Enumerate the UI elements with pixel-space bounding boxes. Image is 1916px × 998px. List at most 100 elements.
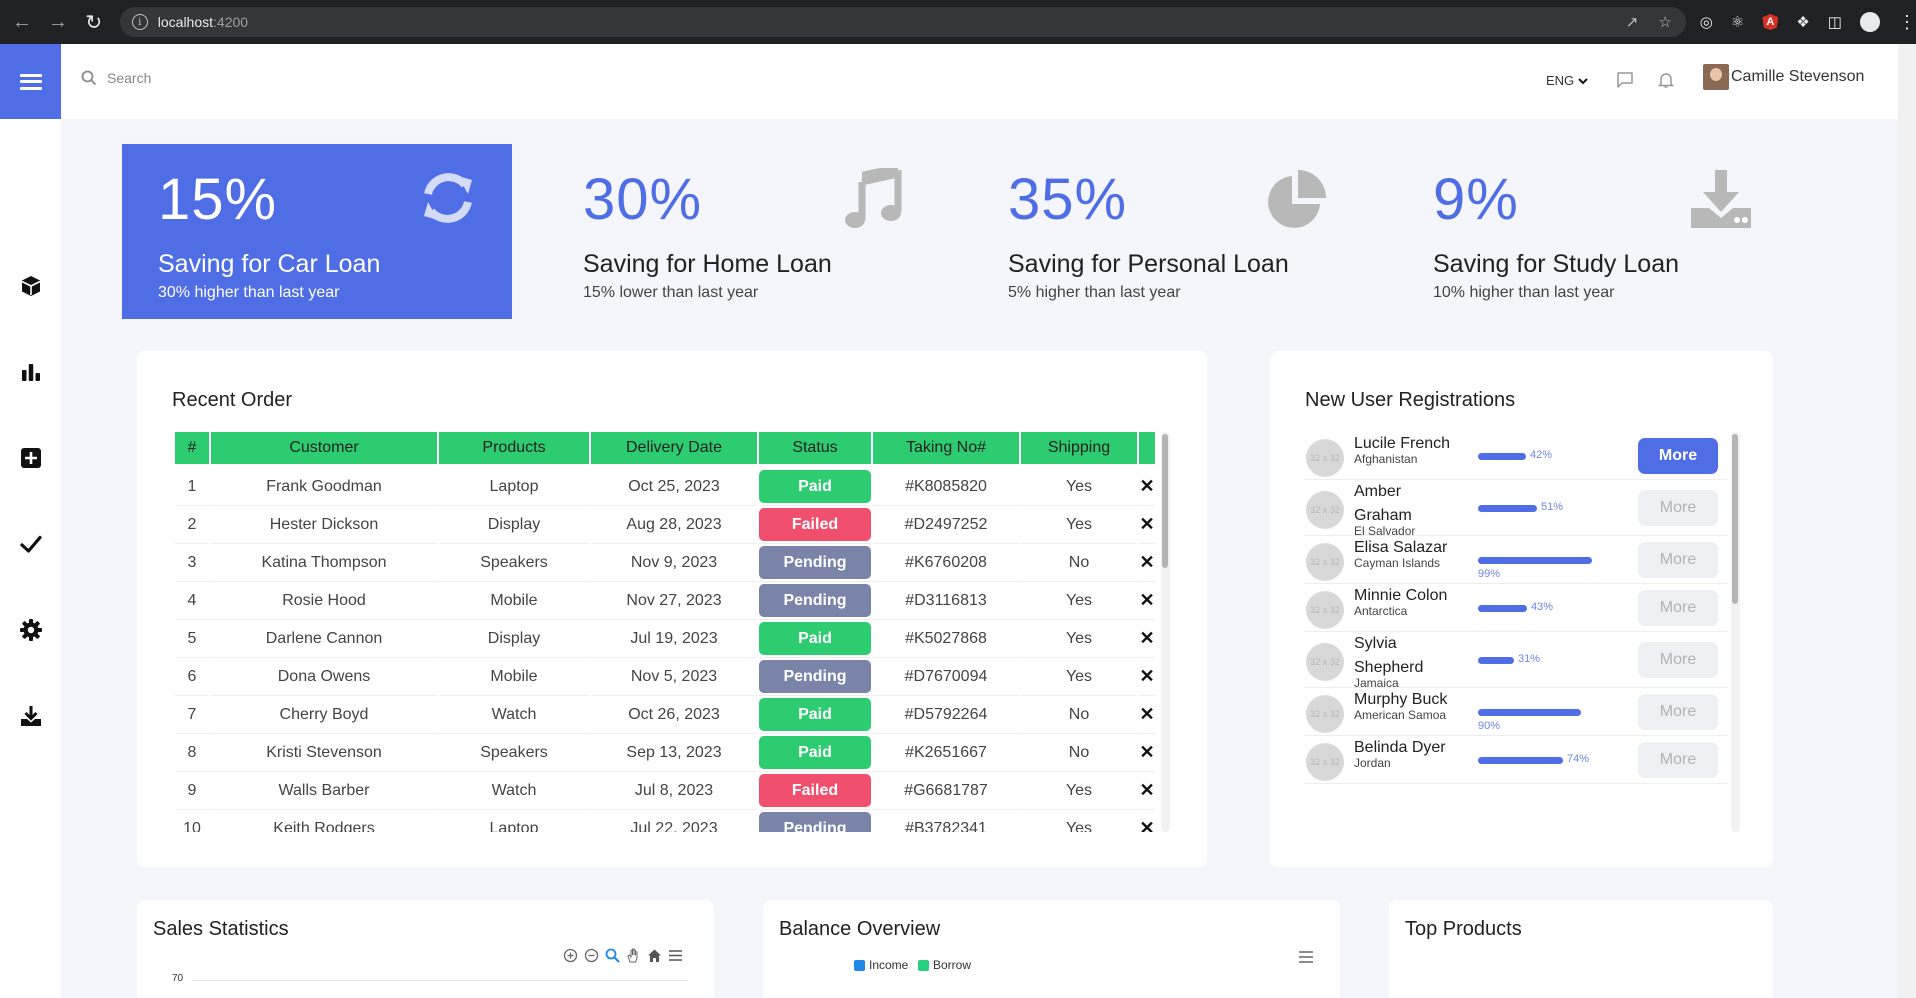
user-menu[interactable]: Camille Stevenson <box>1703 64 1864 90</box>
legend-income[interactable]: Income <box>854 958 908 972</box>
delete-icon[interactable]: ✕ <box>1139 666 1154 686</box>
table-row[interactable]: 7 Cherry Boyd Watch Oct 26, 2023 Paid #D57922… <box>175 696 1155 734</box>
table-row[interactable]: 4 Rosie Hood Mobile Nov 27, 2023 Pending #D31… <box>175 582 1155 620</box>
more-button[interactable]: More <box>1638 438 1718 474</box>
cell-product: Speakers <box>439 734 589 772</box>
delete-icon[interactable]: ✕ <box>1139 742 1154 762</box>
sidebar-item-box[interactable] <box>0 266 61 306</box>
delete-icon[interactable]: ✕ <box>1139 628 1154 648</box>
stat-card-personal-loan: 35% Saving for Personal Loan 5% higher t… <box>972 144 1362 319</box>
list-item: 32 x 32 Belinda Dyer Jordan 74% More <box>1304 736 1728 784</box>
stat-title: Saving for Study Loan <box>1433 250 1679 278</box>
cell-number: 2 <box>175 506 209 544</box>
pan-hand-icon[interactable] <box>626 948 641 963</box>
new-users-list[interactable]: 32 x 32 Lucile French Afghanistan 42% More 32… <box>1304 432 1728 832</box>
cube-icon <box>21 276 40 296</box>
profile-icon[interactable] <box>1859 12 1880 32</box>
users-scrollbar[interactable] <box>1731 432 1740 832</box>
delete-icon[interactable]: ✕ <box>1139 514 1154 534</box>
cell-number: 10 <box>175 810 209 833</box>
language-selector[interactable]: ENG <box>1546 73 1588 88</box>
progress-bar <box>1478 505 1537 512</box>
browser-menu-icon[interactable]: ⋮ <box>1898 12 1916 33</box>
delete-icon[interactable]: ✕ <box>1139 704 1154 724</box>
column-header-status: Status <box>759 432 871 468</box>
more-button[interactable]: More <box>1638 694 1718 730</box>
side-panel-icon[interactable]: ◫ <box>1828 13 1842 31</box>
page-scrollbar[interactable] <box>1898 44 1916 998</box>
cell-delivery-date: Nov 27, 2023 <box>591 582 757 620</box>
table-row[interactable]: 5 Darlene Cannon Display Jul 19, 2023 Paid #K… <box>175 620 1155 658</box>
top-products-title: Top Products <box>1405 918 1522 940</box>
orders-scrollbar[interactable] <box>1161 432 1170 832</box>
cell-status: Pending <box>759 658 871 696</box>
download-tray-icon <box>20 706 41 726</box>
search-input[interactable] <box>107 70 307 86</box>
table-row[interactable]: 9 Walls Barber Watch Jul 8, 2023 Failed #G668… <box>175 772 1155 810</box>
zoom-out-icon[interactable] <box>584 948 599 963</box>
status-badge: Failed <box>759 774 871 807</box>
orders-scrollbar-thumb[interactable] <box>1162 434 1168 568</box>
table-row[interactable]: 6 Dona Owens Mobile Nov 5, 2023 Pending #D767… <box>175 658 1155 696</box>
legend-borrow[interactable]: Borrow <box>918 958 971 972</box>
extension-target-icon[interactable]: ◎ <box>1700 13 1713 31</box>
messages-button[interactable] <box>1616 71 1634 94</box>
orders-table-container[interactable]: # Customer Products Delivery Date Status… <box>173 432 1157 832</box>
cell-customer: Dona Owens <box>211 658 437 696</box>
forward-icon[interactable]: → <box>44 8 72 36</box>
table-row[interactable]: 2 Hester Dickson Display Aug 28, 2023 Failed… <box>175 506 1155 544</box>
notifications-button[interactable] <box>1657 71 1675 94</box>
cell-shipping: Yes <box>1021 658 1137 696</box>
cell-taking-no: #K6760208 <box>873 544 1019 582</box>
browser-toolbar: ← → ↻ i localhost:4200 ↗ ☆ ◎ ⚛ A ❖ ◫ ⋮ <box>0 0 1916 44</box>
menu-toggle-button[interactable] <box>0 44 61 119</box>
extension-react-icon[interactable]: ⚛ <box>1731 13 1744 31</box>
search-icon[interactable] <box>81 70 97 86</box>
balance-chart-menu-icon[interactable] <box>1298 950 1314 964</box>
back-icon[interactable]: ← <box>8 8 36 36</box>
sidebar-item-add[interactable] <box>0 438 61 478</box>
delete-icon[interactable]: ✕ <box>1139 818 1154 832</box>
sidebar-item-download[interactable] <box>0 696 61 736</box>
reset-home-icon[interactable] <box>647 948 662 963</box>
extension-angular-icon[interactable]: A <box>1762 14 1779 30</box>
balance-overview-panel <box>763 900 1340 998</box>
share-icon[interactable]: ↗ <box>1626 13 1639 31</box>
stat-subtitle: 5% higher than last year <box>1008 284 1181 301</box>
sidebar-item-charts[interactable] <box>0 352 61 392</box>
user-country: American Samoa <box>1354 708 1447 722</box>
status-badge: Pending <box>759 584 871 617</box>
delete-icon[interactable]: ✕ <box>1139 476 1154 496</box>
delete-icon[interactable]: ✕ <box>1139 780 1154 800</box>
table-row[interactable]: 10 Keith Rodgers Laptop Jul 22, 2023 Pending… <box>175 810 1155 832</box>
delete-icon[interactable]: ✕ <box>1139 590 1154 610</box>
cell-product: Display <box>439 506 589 544</box>
delete-icon[interactable]: ✕ <box>1139 552 1154 572</box>
language-label: ENG <box>1546 73 1575 88</box>
selection-zoom-icon[interactable] <box>605 948 620 963</box>
address-bar[interactable]: i localhost:4200 ↗ ☆ <box>119 7 1686 37</box>
extensions-puzzle-icon[interactable]: ❖ <box>1796 13 1809 31</box>
users-scrollbar-thumb[interactable] <box>1732 434 1738 604</box>
more-button[interactable]: More <box>1638 742 1718 778</box>
chart-menu-icon[interactable] <box>668 948 683 963</box>
stat-subtitle: 15% lower than last year <box>583 284 759 301</box>
table-row[interactable]: 8 Kristi Stevenson Speakers Sep 13, 2023 Pai… <box>175 734 1155 772</box>
bookmark-star-icon[interactable]: ☆ <box>1658 13 1671 31</box>
progress-bar <box>1478 453 1526 460</box>
more-button[interactable]: More <box>1638 642 1718 678</box>
bell-icon <box>1657 73 1675 88</box>
more-button[interactable]: More <box>1638 542 1718 578</box>
sidebar-item-settings[interactable] <box>0 610 61 650</box>
column-header-customer: Customer <box>211 432 437 468</box>
sidebar-item-tasks[interactable] <box>0 524 61 564</box>
zoom-in-icon[interactable] <box>563 948 578 963</box>
more-button[interactable]: More <box>1638 490 1718 526</box>
reload-icon[interactable]: ↻ <box>80 8 108 36</box>
column-header-products: Products <box>439 432 589 468</box>
table-row[interactable]: 1 Frank Goodman Laptop Oct 25, 2023 Paid #K80… <box>175 468 1155 506</box>
site-info-icon[interactable]: i <box>131 14 148 30</box>
more-button[interactable]: More <box>1638 590 1718 626</box>
cell-taking-no: #D5792264 <box>873 696 1019 734</box>
table-row[interactable]: 3 Katina Thompson Speakers Nov 9, 2023 Pendi… <box>175 544 1155 582</box>
